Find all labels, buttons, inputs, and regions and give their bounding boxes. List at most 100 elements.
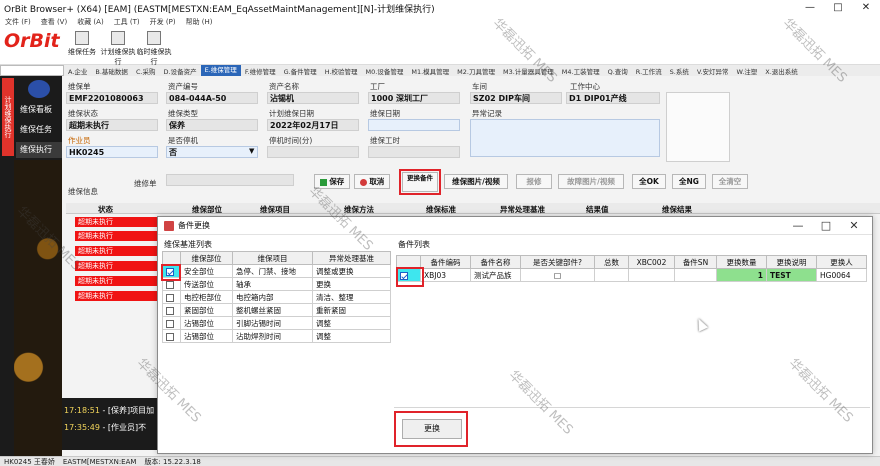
grid-col-handle[interactable]: 异常处理基准 [500, 204, 545, 214]
menu-help[interactable]: 帮助 (H) [181, 17, 218, 27]
menu-develop[interactable]: 开发 (P) [145, 17, 181, 27]
tab-repair-management[interactable]: F.维修管理 [241, 66, 280, 76]
spare-col-total[interactable]: 总数 [594, 255, 629, 269]
tab-exit[interactable]: X.退出系统 [761, 66, 802, 76]
maint-status-field[interactable]: 超期未执行 [66, 119, 158, 131]
menu-tools[interactable]: 工具 (T) [109, 17, 145, 27]
repair-order-field[interactable] [166, 174, 294, 186]
tab-equipment-management[interactable]: M0.设备管理 [362, 66, 408, 76]
checkbox[interactable] [166, 332, 174, 341]
tab-spare-management[interactable]: G.备件管理 [280, 66, 321, 76]
spare-col-name[interactable]: 备件名称 [470, 255, 521, 269]
tab-system[interactable]: S.系统 [666, 66, 693, 76]
maint-media-button[interactable]: 维保图片/视频 [444, 174, 508, 189]
tab-query[interactable]: Q.查询 [604, 66, 632, 76]
tab-purchase[interactable]: C.采购 [132, 66, 160, 76]
sidebar-item-maint-board[interactable]: 维保看板 [16, 102, 62, 118]
menu-favorites[interactable]: 收藏 (A) [72, 17, 108, 27]
row-checkbox-cell[interactable] [162, 303, 181, 317]
vertical-page-tab[interactable]: 计划维保执行 [2, 78, 14, 156]
spare-col-sn[interactable]: 备件SN [674, 255, 717, 269]
grid-status-cell[interactable]: 超期未执行 [75, 217, 160, 227]
grid-col-part[interactable]: 维保部位 [192, 204, 222, 214]
grid-col-status[interactable]: 状态 [98, 204, 113, 214]
operator-field[interactable]: HK0245 [66, 146, 158, 158]
grid-status-cell[interactable]: 超期未执行 [75, 231, 160, 241]
factory-field[interactable]: 1000 深圳工厂 [368, 92, 460, 104]
menu-view[interactable]: 查看 (V) [36, 17, 72, 27]
stop-machine-select[interactable]: 否 [166, 146, 258, 158]
replace-note-cell[interactable]: TEST [766, 268, 817, 282]
spare-col-qty[interactable]: 更换数量 [716, 255, 767, 269]
replace-qty-cell[interactable]: 1 [716, 268, 767, 282]
stop-time-field[interactable] [267, 146, 359, 158]
table-row[interactable]: 沾锡部位 引脚沾锡时间 调整 [162, 316, 391, 330]
replaced-by-cell[interactable]: HG0064 [816, 268, 867, 282]
table-row[interactable]: 紧固部位 整机螺丝紧固 重新紧固 [162, 303, 391, 317]
menu-file[interactable]: 文件 (F) [0, 17, 36, 27]
tab-workflow[interactable]: R.工作流 [632, 66, 666, 76]
exception-textarea[interactable] [470, 119, 660, 157]
asset-name-field[interactable]: 沾锡机 [267, 92, 359, 104]
asset-no-field[interactable]: 084-044A-50 [166, 92, 258, 104]
grid-status-cell[interactable]: 超期未执行 [75, 276, 160, 286]
tab-injection[interactable]: W.注塑 [733, 66, 762, 76]
dialog-close-button[interactable]: ✕ [840, 218, 868, 234]
tab-basic-data[interactable]: B.基础数据 [91, 66, 132, 76]
toolbar-temp-exec-button[interactable]: 临时维保执行 [136, 31, 172, 67]
sidebar-item-maint-task[interactable]: 维保任务 [16, 122, 62, 138]
table-row[interactable]: 传送部位 轴承 更换 [162, 277, 391, 291]
close-button[interactable]: ✕ [852, 0, 880, 16]
tab-gauge-management[interactable]: M3.计量器具管理 [499, 66, 558, 76]
checkbox[interactable] [166, 306, 174, 315]
spare-col-xbc002[interactable]: XBC002 [628, 255, 675, 269]
checkbox[interactable] [166, 280, 174, 289]
grid-col-result[interactable]: 维保结果 [662, 204, 692, 214]
table-row[interactable]: XBJ03 测试产品族 □ 1 TEST HG0064 [396, 268, 867, 282]
dialog-minimize-button[interactable]: — [784, 218, 812, 234]
tab-fixture-management[interactable]: M4.工装管理 [558, 66, 604, 76]
plan-date-field[interactable]: 2022年02月17日 [267, 119, 359, 131]
tab-andon[interactable]: V.安灯异常 [693, 66, 733, 76]
spare-col-by[interactable]: 更换人 [816, 255, 867, 269]
maximize-button[interactable]: □ [824, 0, 852, 16]
save-button[interactable]: 保存 [314, 174, 350, 189]
maint-date-field[interactable] [368, 119, 460, 131]
all-ok-button[interactable]: 全OK [632, 174, 666, 189]
fault-media-button[interactable]: 故障图片/视频 [558, 174, 624, 189]
checkbox[interactable] [166, 319, 174, 328]
standard-col-item[interactable]: 维保项目 [232, 251, 313, 265]
all-ng-button[interactable]: 全NG [672, 174, 706, 189]
table-row[interactable]: 沾锡部位 沾助焊剂时间 调整 [162, 329, 391, 343]
minimize-button[interactable]: — [796, 0, 824, 16]
tab-enterprise[interactable]: A.企业 [64, 66, 91, 76]
tab-mold-management[interactable]: M1.模具管理 [407, 66, 453, 76]
grid-col-method[interactable]: 维保方法 [344, 204, 374, 214]
spare-col-note[interactable]: 更换说明 [766, 255, 817, 269]
checkbox[interactable] [166, 293, 174, 302]
tab-tool-management[interactable]: M2.刀具管理 [453, 66, 499, 76]
standard-col-handle[interactable]: 异常处理基准 [312, 251, 391, 265]
spare-col-key[interactable]: 是否关键部件? [520, 255, 595, 269]
tab-maint-management[interactable]: E.维保管理 [200, 65, 241, 76]
table-row[interactable]: 安全部位 急停、门禁、接地 调整或更换 [162, 264, 391, 278]
row-checkbox-cell[interactable] [162, 290, 181, 304]
toolbar-maint-task-button[interactable]: 维保任务 [64, 31, 100, 57]
maint-type-field[interactable]: 保养 [166, 119, 258, 131]
grid-status-cell[interactable]: 超期未执行 [75, 261, 160, 271]
work-hours-field[interactable] [368, 146, 460, 158]
table-row[interactable]: 电控柜部位 电控箱内部 清洁、整理 [162, 290, 391, 304]
row-checkbox-cell[interactable] [162, 329, 181, 343]
toolbar-plan-exec-button[interactable]: 计划维保执行 [100, 31, 136, 67]
dialog-maximize-button[interactable]: □ [812, 218, 840, 234]
tab-calibration-management[interactable]: H.校验管理 [321, 66, 362, 76]
cancel-button[interactable]: 取消 [354, 174, 390, 189]
grid-status-cell[interactable]: 超期未执行 [75, 291, 160, 301]
grid-col-standard[interactable]: 维保标准 [426, 204, 456, 214]
grid-col-item[interactable]: 维保项目 [260, 204, 290, 214]
grid-status-cell[interactable]: 超期未执行 [75, 246, 160, 256]
report-repair-button[interactable]: 报修 [516, 174, 552, 189]
module-search-input[interactable] [0, 65, 64, 76]
standard-col-check[interactable] [162, 251, 181, 265]
work-center-field[interactable]: D1 DIP01产线 [566, 92, 660, 104]
